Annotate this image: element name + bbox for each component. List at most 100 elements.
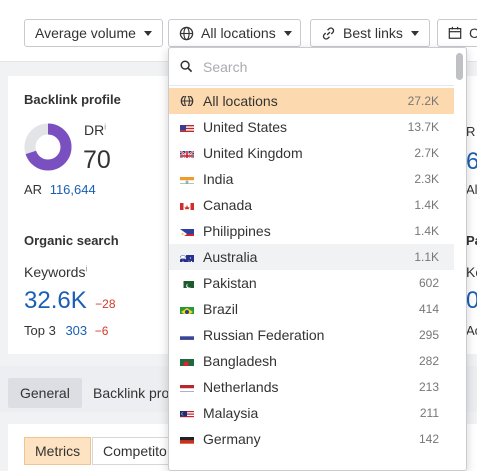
right-col-ke: Ke [466,264,477,280]
location-search-row [169,48,455,86]
location-option-count: 602 [418,276,439,290]
location-option-label: All locations [203,93,278,109]
tab-general[interactable]: General [8,378,82,408]
flag-uk-icon [180,148,194,158]
location-option-label: Russian Federation [203,327,325,343]
links-dropdown-label: Best links [343,25,403,41]
right-col-ac: Ac [466,323,477,338]
right-col-r: R [466,124,476,139]
search-icon [180,60,193,73]
location-option-label: India [203,171,234,187]
dr-info-icon[interactable]: i [104,123,106,132]
locations-dropdown-label: All locations [201,25,276,41]
location-option[interactable]: United States 13.7K [169,114,455,140]
location-option-count: 2.3K [414,172,439,186]
top3-value-link[interactable]: 303 [65,323,87,338]
right-col-al: Al [466,182,477,197]
location-option-count: 211 [419,406,439,420]
dr-value: 70 [83,146,111,174]
organic-search-title: Organic search [24,233,119,248]
caret-down-icon [410,30,419,36]
location-option[interactable]: Netherlands 213 [169,374,455,400]
date-dropdown[interactable]: C [437,19,477,47]
location-option-count: 213 [418,380,439,394]
location-option-count: 13.7K [407,120,439,134]
ar-value-link[interactable]: 116,644 [50,182,96,197]
flag-pakistan-icon [180,278,194,288]
date-dropdown-label: C [469,25,477,41]
flag-canada-icon [180,200,194,210]
volume-dropdown-label: Average volume [35,25,136,41]
location-option[interactable]: Bangladesh 282 [169,348,455,374]
location-search-input[interactable] [203,58,423,75]
location-option[interactable]: Pakistan 602 [169,270,455,296]
location-option[interactable]: Germany 142 [169,426,455,452]
flag-brazil-icon [180,304,194,314]
location-option[interactable]: Australia 1.1K [169,244,455,270]
dr-label: DR [84,122,105,138]
keywords-change: −28 [95,297,116,311]
location-option[interactable]: Brazil 414 [169,296,455,322]
ar-label: AR [24,182,43,197]
tab-backlink-profile[interactable]: Backlink pro [81,378,181,408]
segment-metrics[interactable]: Metrics [24,437,92,465]
location-option-label: United States [203,119,288,135]
location-option-label: United Kingdom [203,145,303,161]
location-option-count: 27.2K [407,94,439,108]
location-option-count: 414 [418,302,439,316]
location-option[interactable]: United Kingdom 2.7K [169,140,455,166]
links-dropdown[interactable]: Best links [310,19,430,47]
keywords-info-icon[interactable]: i [85,264,87,273]
location-option-label: Netherlands [203,379,279,395]
flag-us-icon [180,122,194,132]
location-option[interactable]: Canada 1.4K [169,192,455,218]
flag-philippines-icon [180,226,194,236]
top3-label: Top 3 [24,323,56,338]
location-option-label: Canada [203,197,253,213]
keywords-label: Keywords [24,264,86,280]
flag-germany-icon [180,434,194,444]
backlink-profile-title: Backlink profile [24,92,121,107]
location-option-label: Bangladesh [203,353,277,369]
globe-icon [180,96,194,106]
flag-australia-icon [180,252,194,262]
locations-dropdown[interactable]: All locations [168,19,301,47]
location-option-count: 295 [418,328,439,342]
location-option[interactable]: All locations 27.2K [169,88,455,114]
right-col-value-a: 6 [466,148,477,175]
location-option[interactable]: Russian Federation 295 [169,322,455,348]
caret-down-icon [283,30,292,36]
location-option-count: 282 [418,354,439,368]
flag-russia-icon [180,330,194,340]
location-option-label: Pakistan [203,275,257,291]
right-col-pa: Pa [466,233,477,248]
volume-dropdown[interactable]: Average volume [24,19,163,47]
flag-netherlands-icon [180,382,194,392]
link-icon [321,26,336,41]
flag-bangladesh-icon [180,356,194,366]
location-option-label: Australia [203,249,258,265]
scrollbar-thumb[interactable] [456,53,463,80]
location-option-count: 142 [418,432,439,446]
locations-menu: All locations27.2KUnited States13.7KUnit… [168,47,467,471]
location-option-label: Malaysia [203,405,259,421]
scrollbar[interactable] [454,48,466,470]
flag-india-icon [180,174,194,184]
keywords-value-link[interactable]: 32.6K [24,287,87,314]
caret-down-icon [143,30,152,36]
right-col-value-b: 0 [466,287,477,314]
flag-malaysia-icon [180,408,194,418]
location-option[interactable]: India 2.3K [169,166,455,192]
globe-icon [179,26,194,41]
location-option-label: Brazil [203,301,239,317]
dr-donut-chart [24,123,72,171]
location-option-label: Germany [203,431,261,447]
location-option[interactable]: Malaysia 211 [169,400,455,426]
location-option-count: 1.4K [414,198,439,212]
location-option-count: 1.1K [414,250,439,264]
location-option-count: 1.4K [414,224,439,238]
location-option[interactable]: Philippines 1.4K [169,218,455,244]
top3-change: −6 [94,324,109,338]
location-option-label: Philippines [203,223,271,239]
location-list: All locations 27.2K United States 13.7K Unit… [169,88,455,452]
